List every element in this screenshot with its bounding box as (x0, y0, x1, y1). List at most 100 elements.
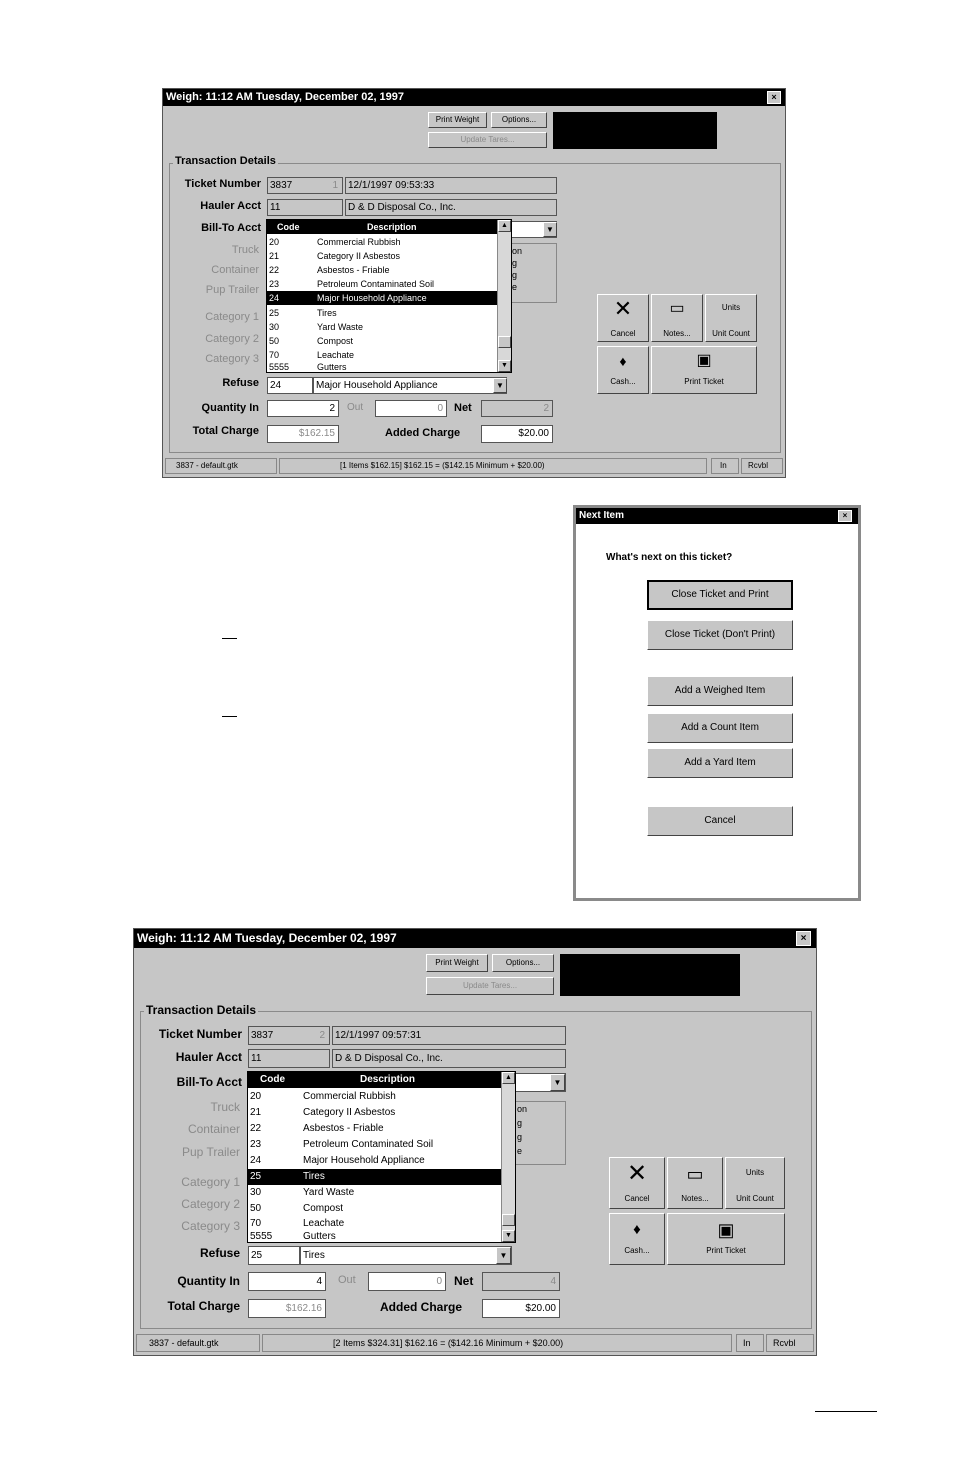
added-charge-field[interactable]: $20.00 (481, 425, 553, 443)
chevron-down-icon[interactable]: ▼ (493, 378, 507, 393)
dropdown-scrollbar[interactable]: ▲ ▼ (501, 1072, 515, 1242)
list-item[interactable]: 21 Category II Asbestos (267, 249, 497, 263)
close-ticket-print-button[interactable]: Close Ticket and Print (647, 580, 793, 610)
item-code: 22 (250, 1123, 262, 1134)
refuse-dropdown-list[interactable]: Code Description 20 Commercial Rubbish 21… (266, 219, 512, 373)
scroll-thumb[interactable] (498, 336, 511, 348)
ticket-number-label: Ticket Number (184, 178, 261, 190)
close-icon[interactable]: × (838, 510, 852, 522)
quantity-out-field[interactable]: 0 (368, 1272, 446, 1291)
item-desc: Tires (317, 308, 337, 318)
added-charge-field[interactable]: $20.00 (482, 1299, 560, 1318)
cash-button[interactable]: ♦ Cash... (609, 1213, 665, 1265)
units-icon-label: Units (745, 1168, 765, 1177)
cancel-button[interactable]: ✕ Cancel (609, 1157, 665, 1209)
add-yard-item-button[interactable]: Add a Yard Item (647, 748, 793, 778)
dropdown-scrollbar[interactable]: ▲ ▼ (497, 220, 511, 372)
list-item[interactable]: 30 Yard Waste (267, 320, 497, 334)
list-item[interactable]: 5555 Gutters (267, 360, 497, 372)
close-icon[interactable]: × (796, 931, 811, 946)
list-item[interactable]: 20 Commercial Rubbish (267, 235, 497, 249)
weight-display (560, 954, 740, 996)
item-desc: Asbestos - Friable (317, 265, 390, 275)
list-item[interactable]: 5555 Gutters (248, 1229, 501, 1242)
item-code: 25 (250, 1171, 262, 1182)
item-code: 23 (250, 1139, 262, 1150)
category1-label: Category 1 (181, 1175, 240, 1189)
refuse-code-field[interactable]: 24 (267, 377, 313, 394)
list-item[interactable]: 23 Petroleum Contaminated Soil (267, 277, 497, 291)
item-desc: Petroleum Contaminated Soil (317, 279, 435, 289)
refuse-desc-field[interactable]: Major Household Appliance (313, 377, 507, 394)
ticket-number-label: Ticket Number (158, 1027, 242, 1041)
scroll-down-icon[interactable]: ▼ (502, 1230, 515, 1242)
item-code: 50 (250, 1203, 262, 1214)
notes-icon: ▭ (669, 300, 685, 317)
list-item[interactable]: 22 Asbestos - Friable (248, 1121, 501, 1137)
chevron-down-icon[interactable]: ▼ (496, 1247, 511, 1264)
print-ticket-button[interactable]: ▣ Print Ticket (651, 346, 757, 394)
list-item-selected[interactable]: 25 Tires (248, 1169, 501, 1185)
cancel-button[interactable]: Cancel (647, 806, 793, 836)
cancel-button[interactable]: ✕ Cancel (597, 294, 649, 342)
refuse-dropdown-list[interactable]: Code Description 20 Commercial Rubbish 21… (247, 1071, 516, 1243)
chevron-down-icon[interactable]: ▼ (543, 222, 557, 237)
options-button[interactable]: Options... (491, 112, 547, 128)
add-weighed-item-button[interactable]: Add a Weighed Item (647, 676, 793, 706)
unit-count-button[interactable]: Units Unit Count (705, 294, 757, 342)
update-tares-button[interactable]: Update Tares... (426, 977, 554, 995)
list-item[interactable]: 30 Yard Waste (248, 1185, 501, 1201)
notes-button-label: Notes... (681, 1194, 709, 1203)
list-item[interactable]: 24 Major Household Appliance (248, 1153, 501, 1169)
printer-icon: ▣ (696, 352, 712, 369)
category3-label: Category 3 (181, 1219, 240, 1233)
pup-trailer-label: Pup Trailer (181, 1145, 240, 1159)
print-weight-button[interactable]: Print Weight (428, 112, 487, 128)
underline-mark (222, 638, 237, 639)
net-label: Net (454, 402, 472, 414)
item-desc: Yard Waste (317, 322, 364, 332)
list-item[interactable]: 20 Commercial Rubbish (248, 1089, 501, 1105)
hauler-code-field[interactable]: 11 (248, 1049, 330, 1068)
info-box: on g g e (509, 243, 557, 303)
list-item[interactable]: 21 Category II Asbestos (248, 1105, 501, 1121)
item-desc: Category II Asbestos (303, 1107, 396, 1118)
quantity-out-field[interactable]: 0 (375, 400, 447, 417)
refuse-code-field[interactable]: 25 (248, 1246, 300, 1265)
notes-button[interactable]: ▭ Notes... (667, 1157, 723, 1209)
chevron-down-icon[interactable]: ▼ (550, 1074, 565, 1091)
scroll-up-icon[interactable]: ▲ (498, 220, 511, 232)
close-ticket-no-print-button[interactable]: Close Ticket (Don't Print) (647, 620, 793, 650)
x-icon: ✕ (626, 1160, 648, 1187)
print-ticket-button[interactable]: ▣ Print Ticket (667, 1213, 785, 1265)
list-item[interactable]: 22 Asbestos - Friable (267, 263, 497, 277)
list-item[interactable]: 50 Compost (248, 1201, 501, 1217)
cash-button[interactable]: ♦ Cash... (597, 346, 649, 394)
update-tares-button[interactable]: Update Tares... (428, 132, 547, 148)
bill-to-acct-label: Bill-To Acct (176, 1075, 242, 1089)
footer-rule (815, 1411, 877, 1412)
list-item[interactable]: 23 Petroleum Contaminated Soil (248, 1137, 501, 1153)
refuse-desc-field[interactable]: Tires (300, 1246, 512, 1265)
scroll-up-icon[interactable]: ▲ (502, 1072, 515, 1084)
print-weight-button[interactable]: Print Weight (426, 954, 488, 972)
options-button[interactable]: Options... (492, 954, 554, 972)
hauler-code-field[interactable]: 11 (267, 199, 343, 216)
notes-button[interactable]: ▭ Notes... (651, 294, 703, 342)
scroll-thumb[interactable] (502, 1214, 515, 1226)
list-item-selected[interactable]: 24 Major Household Appliance (267, 291, 497, 305)
close-icon[interactable]: × (767, 91, 781, 104)
add-count-item-button[interactable]: Add a Count Item (647, 713, 793, 743)
info-line: g (517, 1118, 523, 1128)
unit-count-button[interactable]: Units Unit Count (725, 1157, 785, 1209)
print-ticket-button-label: Print Ticket (706, 1246, 746, 1255)
print-ticket-button-label: Print Ticket (684, 377, 724, 386)
quantity-in-field[interactable]: 2 (267, 400, 339, 417)
quantity-in-label: Quantity In (177, 1274, 240, 1288)
scroll-down-icon[interactable]: ▼ (498, 360, 511, 372)
list-item[interactable]: 25 Tires (267, 306, 497, 320)
ticket-datetime-field: 12/1/1997 09:57:31 (332, 1026, 566, 1045)
window-title: Weigh: 11:12 AM Tuesday, December 02, 19… (163, 89, 785, 106)
quantity-in-field[interactable]: 4 (248, 1272, 326, 1291)
list-item[interactable]: 50 Compost (267, 334, 497, 348)
